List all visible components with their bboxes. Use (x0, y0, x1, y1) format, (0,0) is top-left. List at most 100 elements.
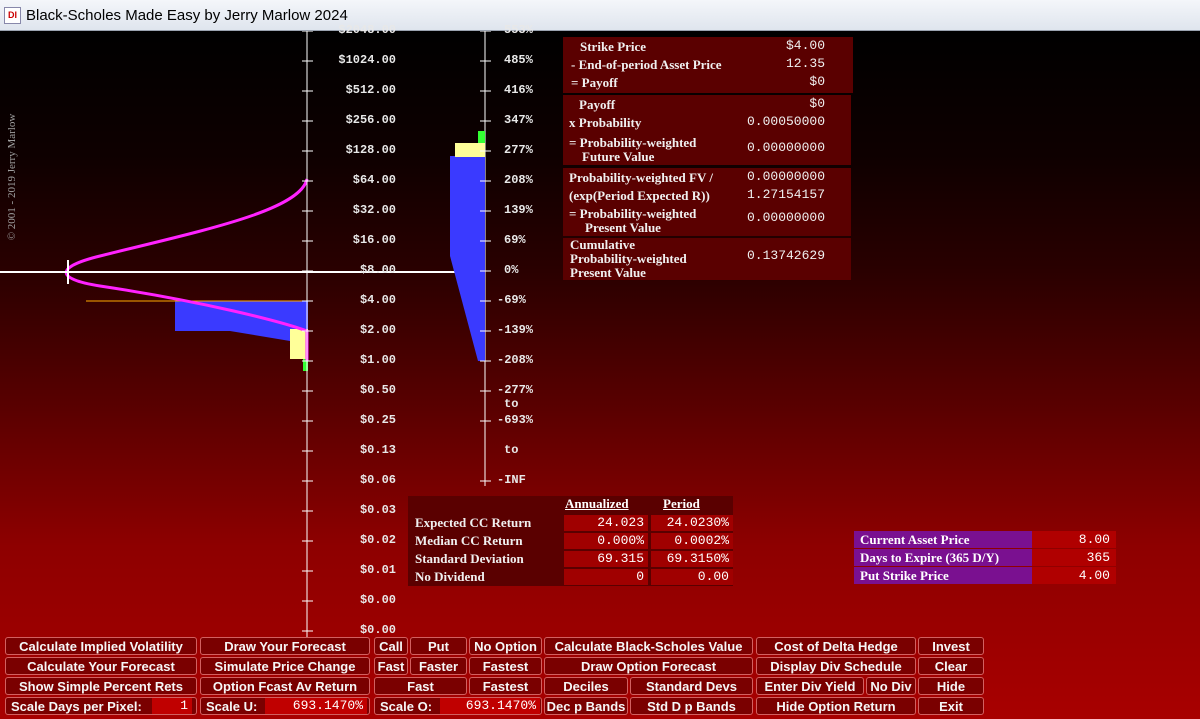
pw-fv-label: Probability-weighted FV / (569, 170, 713, 185)
fv-label-2: Future Value (582, 149, 655, 164)
simulate-price-change-button[interactable]: Simulate Price Change (200, 657, 370, 675)
payoff-label: = Payoff (571, 75, 618, 90)
return-axis-label: -69% (497, 293, 526, 307)
draw-your-forecast-button[interactable]: Draw Your Forecast (200, 637, 370, 655)
calculate-your-forecast-button[interactable]: Calculate Your Forecast (5, 657, 197, 675)
return-axis-label: 553% (504, 23, 533, 37)
put-strike-price-input[interactable]: 4.00 (1032, 567, 1116, 584)
price-axis-label: $512.00 (345, 83, 396, 97)
pw-fv-value: 0.00000000 (746, 169, 825, 184)
cumulative-label-2: Probability-weighted (570, 251, 687, 266)
no-option-button[interactable]: No Option (469, 637, 542, 655)
stat-label: Standard Deviation (415, 551, 524, 566)
standard-devs-button[interactable]: Standard Devs (630, 677, 753, 695)
return-axis-label: 347% (504, 113, 533, 127)
scale-u-label: Scale U: (206, 699, 258, 714)
days-to-expire-input[interactable]: 365 (1032, 549, 1116, 566)
strike-value: $4.00 (785, 38, 825, 53)
cumulative-label-1: Cumulative (570, 237, 635, 252)
cumulative-value: 0.13742629 (746, 248, 825, 263)
calculate-black-scholes-button[interactable]: Calculate Black-Scholes Value (544, 637, 753, 655)
clear-button[interactable]: Clear (918, 657, 984, 675)
price-axis-label: $0.25 (359, 413, 396, 427)
price-axis-label: $128.00 (345, 143, 396, 157)
current-asset-price-label: Current Asset Price (854, 531, 1032, 548)
right-histogram-green (478, 131, 485, 143)
exp-value: 1.27154157 (746, 187, 825, 202)
end-price-label: - End-of-period Asset Price (571, 57, 722, 72)
scale-days-label: Scale Days per Pixel: (11, 699, 142, 714)
no-div-button[interactable]: No Div (866, 677, 916, 695)
cumulative-panel: Cumulative Probability-weighted Present … (563, 238, 851, 280)
put-strike-price-label: Put Strike Price (854, 567, 1032, 584)
std-d-p-bands-button[interactable]: Std D p Bands (630, 697, 753, 715)
hide-option-return-button[interactable]: Hide Option Return (756, 697, 916, 715)
fv-label-1: = Probability-weighted (569, 135, 697, 150)
payoff-panel: Strike Price $4.00 - End-of-period Asset… (563, 37, 853, 93)
calculate-implied-volatility-button[interactable]: Calculate Implied Volatility (5, 637, 197, 655)
fast-button-2[interactable]: Fast (374, 677, 467, 695)
invest-button[interactable]: Invest (918, 637, 984, 655)
payoff-value: $0 (809, 74, 825, 89)
end-price-value: 12.35 (785, 56, 825, 71)
fastest-button[interactable]: Fastest (469, 657, 542, 675)
price-axis-label: $0.13 (359, 443, 396, 457)
stat-label: Median CC Return (415, 533, 523, 548)
price-axis-label: $0.06 (359, 473, 396, 487)
current-asset-price-input[interactable]: 8.00 (1032, 531, 1116, 548)
call-button[interactable]: Call (374, 637, 408, 655)
scale-days-input[interactable]: 1 (152, 698, 192, 714)
stat-annual: 69.315 (564, 551, 648, 567)
display-div-schedule-button[interactable]: Display Div Schedule (756, 657, 916, 675)
price-axis-label: $2.00 (359, 323, 396, 337)
right-histogram-blue (450, 156, 485, 256)
draw-option-forecast-button[interactable]: Draw Option Forecast (544, 657, 753, 675)
probability-panel: Payoff $0 x Probability 0.00050000 = Pro… (563, 95, 851, 165)
return-axis-label: 69% (504, 233, 526, 247)
stats-panel: Annualized Period Expected CC Return Med… (408, 496, 733, 586)
stat-period: 0.0002% (651, 533, 733, 549)
put-button[interactable]: Put (410, 637, 467, 655)
strike-label: Strike Price (580, 39, 647, 54)
return-axis-label: 139% (504, 203, 533, 217)
stat-period: 24.0230% (651, 515, 733, 531)
price-axis-label: $0.01 (359, 563, 396, 577)
scale-u-input[interactable]: 693.1470% (265, 698, 367, 714)
return-axis-label: -693% (497, 413, 534, 427)
dec-p-bands-button[interactable]: Dec p Bands (544, 697, 628, 715)
price-axis-label: $0.50 (359, 383, 396, 397)
price-axis-label: $1.00 (359, 353, 396, 367)
price-axis-label: $0.00 (359, 593, 396, 607)
return-axis-label: -139% (497, 323, 534, 337)
right-histogram-yellow (455, 143, 485, 157)
return-axis-label: 208% (504, 173, 533, 187)
return-axis-label: -208% (497, 353, 534, 367)
fastest-button-2[interactable]: Fastest (469, 677, 542, 695)
price-axis-label: $8.00 (359, 263, 396, 277)
deciles-button[interactable]: Deciles (544, 677, 628, 695)
fv-value: 0.00000000 (746, 140, 825, 155)
option-fcast-av-return-button[interactable]: Option Fcast Av Return (200, 677, 370, 695)
fast-button[interactable]: Fast (374, 657, 408, 675)
show-simple-percent-rets-button[interactable]: Show Simple Percent Rets (5, 677, 197, 695)
stat-label: Expected CC Return (415, 515, 532, 530)
stat-annual: 24.023 (564, 515, 648, 531)
stat-period: 69.3150% (651, 551, 733, 567)
cumulative-label-3: Present Value (570, 265, 646, 280)
pv-label-1: = Probability-weighted (569, 206, 697, 221)
pv-label-2: Present Value (585, 220, 661, 235)
cost-of-delta-hedge-button[interactable]: Cost of Delta Hedge (756, 637, 916, 655)
price-axis-label: $1024.00 (338, 53, 396, 67)
hide-button[interactable]: Hide (918, 677, 984, 695)
app-icon[interactable]: DI (4, 7, 21, 24)
price-axis-label: $4.00 (359, 293, 396, 307)
stat-period: 0.00 (651, 569, 733, 585)
prob-payoff-value: $0 (809, 96, 825, 111)
price-axis-label: $64.00 (352, 173, 396, 187)
faster-button[interactable]: Faster (410, 657, 467, 675)
stat-label: No Dividend (415, 569, 485, 584)
exit-button[interactable]: Exit (918, 697, 984, 715)
scale-o-input[interactable]: 693.1470% (440, 698, 540, 714)
present-value-panel: Probability-weighted FV / 0.00000000 (ex… (563, 168, 851, 236)
enter-div-yield-button[interactable]: Enter Div Yield (756, 677, 864, 695)
